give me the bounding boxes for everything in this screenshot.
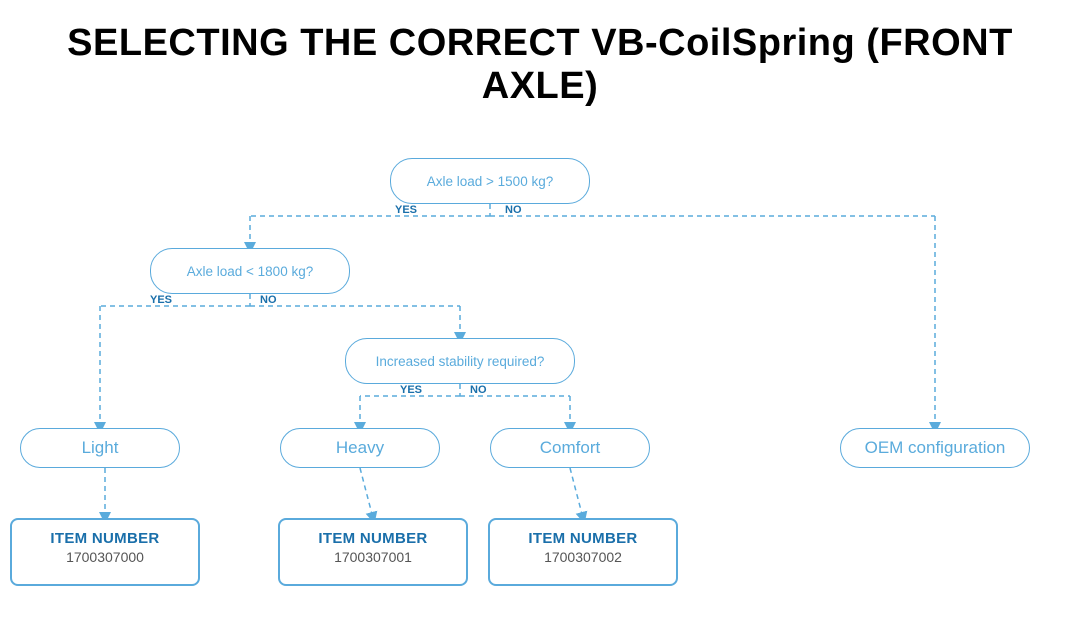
svg-text:NO: NO <box>260 294 277 306</box>
item-2-label: ITEM NUMBER <box>294 530 452 547</box>
decision-box-2: Axle load < 1800 kg? <box>150 248 350 294</box>
decision-3-text: Increased stability required? <box>376 354 545 369</box>
diagram-area: YES NO YES NO YES NO Axle load > 1500 kg… <box>0 128 1080 618</box>
decision-box-3: Increased stability required? <box>345 338 575 384</box>
item-box-2: ITEM NUMBER 1700307001 <box>278 518 468 586</box>
svg-text:NO: NO <box>470 384 487 396</box>
svg-text:YES: YES <box>400 384 422 396</box>
item-1-number: 1700307000 <box>26 549 184 565</box>
decision-box-1: Axle load > 1500 kg? <box>390 158 590 204</box>
item-1-label: ITEM NUMBER <box>26 530 184 547</box>
item-box-3: ITEM NUMBER 1700307002 <box>488 518 678 586</box>
svg-text:YES: YES <box>395 204 417 216</box>
decision-2-text: Axle load < 1800 kg? <box>187 264 313 279</box>
item-2-number: 1700307001 <box>294 549 452 565</box>
result-comfort-label: Comfort <box>540 438 600 458</box>
svg-text:YES: YES <box>150 294 172 306</box>
item-box-1: ITEM NUMBER 1700307000 <box>10 518 200 586</box>
page-title: SELECTING THE CORRECT VB-CoilSpring (FRO… <box>0 0 1080 118</box>
result-light-label: Light <box>82 438 119 458</box>
decision-1-text: Axle load > 1500 kg? <box>427 174 553 189</box>
item-3-label: ITEM NUMBER <box>504 530 662 547</box>
result-heavy-label: Heavy <box>336 438 384 458</box>
result-heavy: Heavy <box>280 428 440 468</box>
result-comfort: Comfort <box>490 428 650 468</box>
item-3-number: 1700307002 <box>504 549 662 565</box>
result-oem-label: OEM configuration <box>865 438 1006 458</box>
result-oem: OEM configuration <box>840 428 1030 468</box>
result-light: Light <box>20 428 180 468</box>
svg-text:NO: NO <box>505 204 522 216</box>
